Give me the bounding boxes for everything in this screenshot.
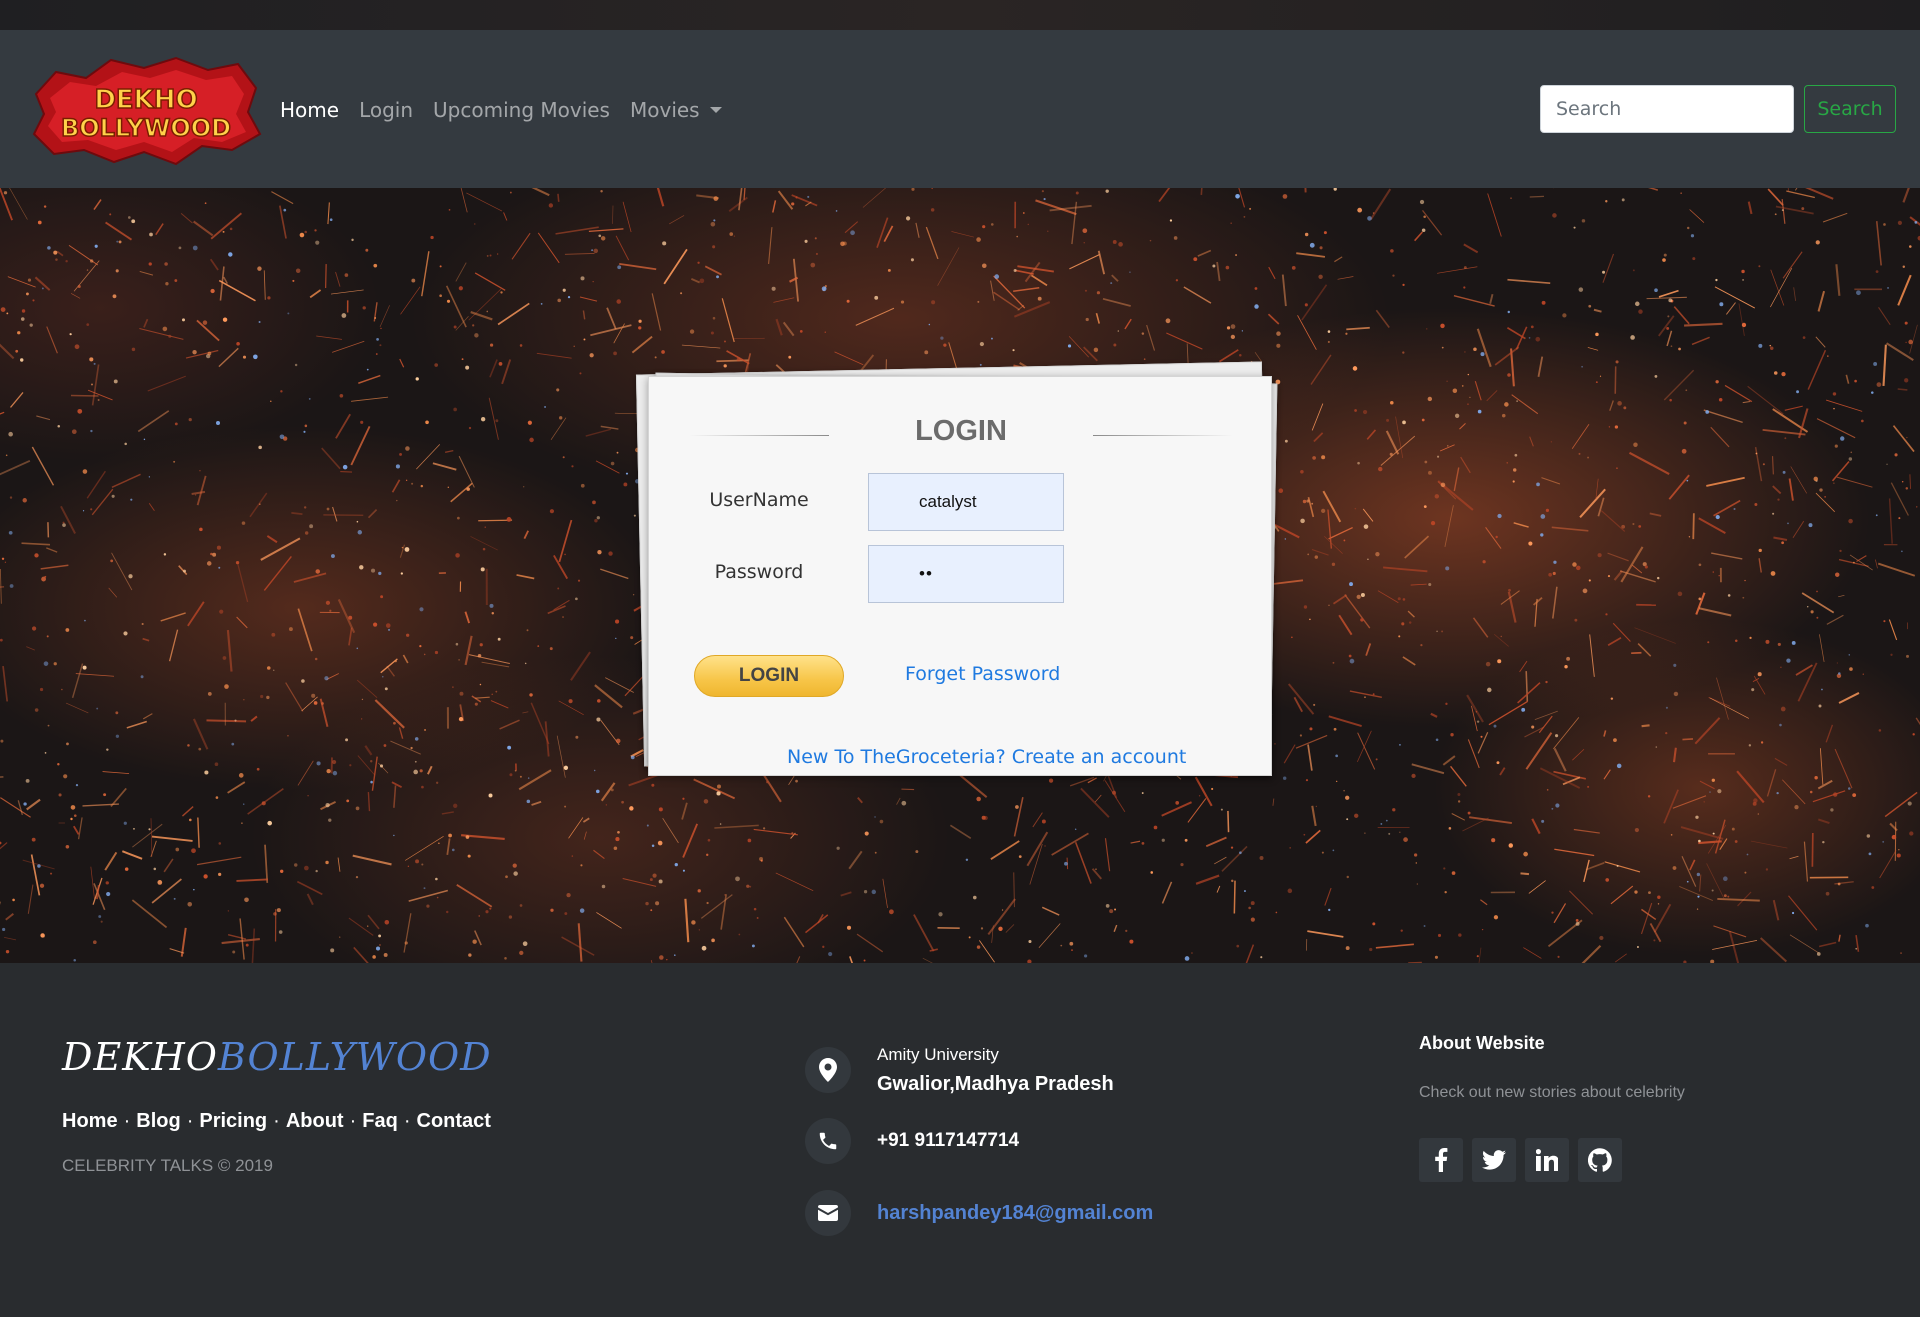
username-input[interactable]: catalyst [868,473,1064,531]
footer-brand: DEKHOBOLLYWOOD [62,1035,492,1079]
login-card: LOGIN UserName catalyst Password •• LOGI… [648,376,1272,776]
svg-text:BOLLYWOOD: BOLLYWOOD [61,114,231,142]
phone-number[interactable]: +91 9117147714 [877,1130,1019,1152]
username-label: UserName [709,489,809,511]
nav-link-home[interactable]: Home [280,98,339,122]
nav-link-movies-label: Movies [629,98,700,122]
login-title: LOGIN [915,415,1007,447]
chevron-down-icon [709,107,722,113]
envelope-icon [805,1190,851,1236]
footer-link-home[interactable]: Home [62,1110,118,1133]
footer-links: Home · Blog · Pricing · About · Faq · Contact [62,1110,491,1133]
footer-link-pricing[interactable]: Pricing [199,1110,267,1133]
phone-icon [805,1118,851,1164]
copyright: CELEBRITY TALKS © 2019 [62,1156,273,1175]
nav-link-upcoming-movies[interactable]: Upcoming Movies [433,98,610,122]
nav-link-movies-dropdown[interactable]: Movies [630,98,722,122]
about-title: About Website [1419,1033,1545,1053]
title-divider-right [1093,435,1233,436]
svg-text:DEKHO: DEKHO [94,85,197,115]
hero-background: LOGIN UserName catalyst Password •• LOGI… [0,188,1920,963]
site-logo[interactable]: DEKHO BOLLYWOOD [26,54,262,166]
footer-link-blog[interactable]: Blog [136,1110,180,1133]
nav-links: Home Login Upcoming Movies Movies [280,80,742,140]
forget-password-link[interactable]: Forget Password [905,663,1060,685]
footer-link-about[interactable]: About [286,1110,344,1133]
password-input[interactable]: •• [868,545,1064,603]
login-button[interactable]: LOGIN [694,655,844,697]
nav-link-login[interactable]: Login [359,98,413,122]
address-line2: Gwalior,Madhya Pradesh [877,1073,1114,1095]
github-icon[interactable] [1578,1138,1622,1182]
search-input[interactable] [1540,85,1794,133]
about-text: Check out new stories about celebrity [1419,1084,1685,1101]
create-account-link[interactable]: New To TheGroceteria? Create an account [787,746,1186,768]
footer-link-contact[interactable]: Contact [417,1110,491,1133]
footer-link-faq[interactable]: Faq [362,1110,398,1133]
brand-bollywood: BOLLYWOOD [217,1035,492,1079]
email-link[interactable]: harshpandey184@gmail.com [877,1202,1153,1225]
brand-dekho: DEKHO [62,1035,218,1079]
search-button[interactable]: Search [1804,85,1896,133]
password-label: Password [714,561,804,583]
social-links [1419,1138,1631,1182]
facebook-icon[interactable] [1419,1138,1463,1182]
map-marker-icon [805,1047,851,1093]
navbar: DEKHO BOLLYWOOD Home Login Upcoming Movi… [0,30,1920,188]
footer: DEKHOBOLLYWOOD Home · Blog · Pricing · Abou… [0,963,1920,1317]
address-line1: Amity University [877,1045,999,1064]
linkedin-icon[interactable] [1525,1138,1569,1182]
top-strip [0,0,1920,30]
twitter-icon[interactable] [1472,1138,1516,1182]
